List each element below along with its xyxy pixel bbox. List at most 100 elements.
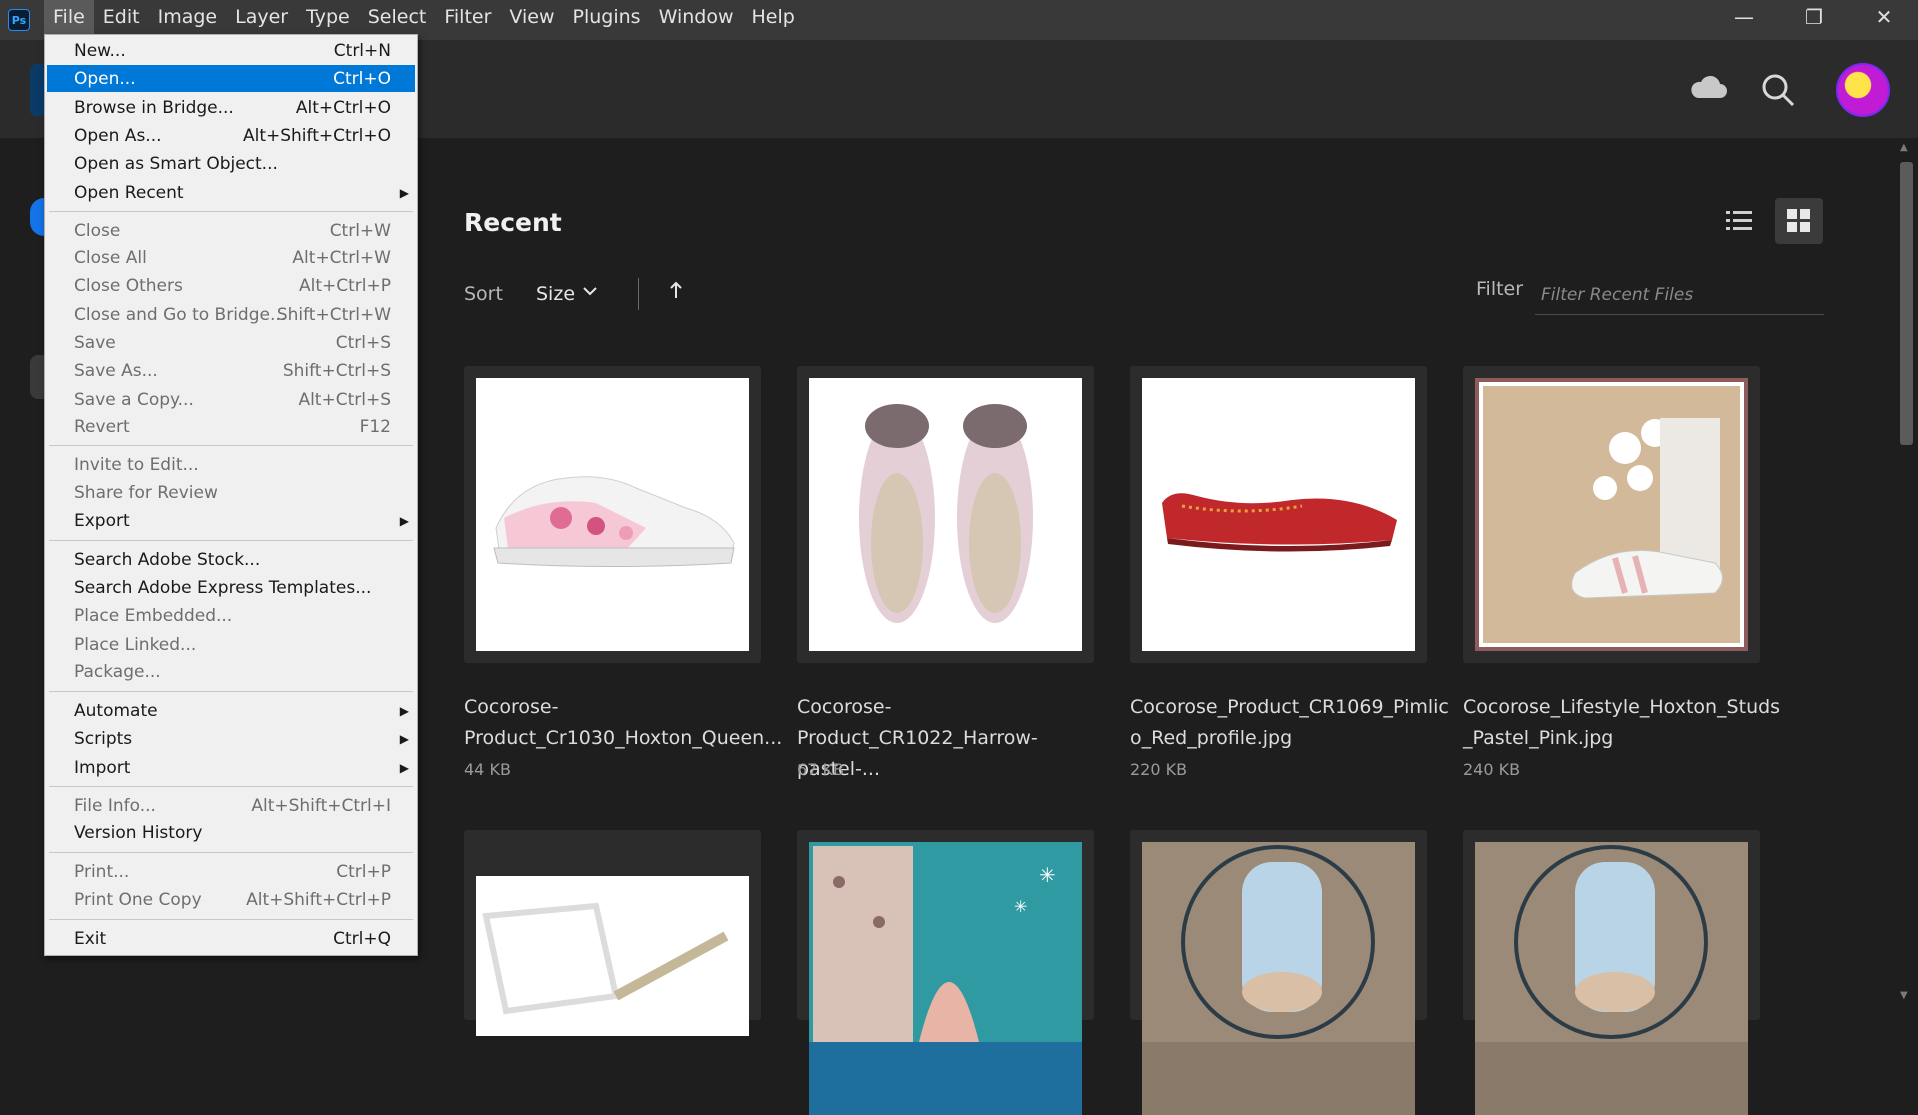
file-thumbnail [1475, 842, 1748, 1115]
sort-label: Sort [464, 283, 503, 305]
restore-button[interactable]: ❐ [1784, 0, 1844, 34]
new-file-button[interactable] [30, 198, 44, 236]
menu-item-save[interactable]: Save Ctrl+S [47, 329, 415, 356]
menu-item-print[interactable]: Print... Ctrl+P [47, 858, 415, 885]
menu-window[interactable]: Window [650, 0, 743, 34]
menu-item-open-as[interactable]: Open As... Alt+Shift+Ctrl+O [47, 122, 415, 149]
menu-separator [49, 211, 413, 212]
search-icon[interactable] [1760, 72, 1796, 108]
menu-item-invite-to-edit[interactable]: Invite to Edit... [47, 451, 415, 478]
list-view-icon [1726, 211, 1752, 230]
menu-separator [49, 445, 413, 446]
file-card[interactable] [1463, 366, 1760, 663]
menu-item-exit[interactable]: Exit Ctrl+Q [47, 925, 415, 952]
menu-item-open[interactable]: Open... Ctrl+O [47, 65, 415, 92]
close-icon: ✕ [1875, 5, 1893, 29]
menu-layer[interactable]: Layer [226, 0, 297, 34]
submenu-arrow-icon: ▶ [399, 731, 409, 746]
menu-filter[interactable]: Filter [435, 0, 500, 34]
menu-item-close-all[interactable]: Close All Alt+Ctrl+W [47, 244, 415, 271]
menu-item-print-one-copy[interactable]: Print One Copy Alt+Shift+Ctrl+P [47, 886, 415, 913]
menu-image[interactable]: Image [149, 0, 227, 34]
menu-separator [49, 919, 413, 920]
file-thumbnail [476, 876, 749, 1036]
nav-item[interactable] [30, 355, 44, 399]
menu-item-save-as[interactable]: Save As... Shift+Ctrl+S [47, 357, 415, 384]
close-window-button[interactable]: ✕ [1854, 0, 1914, 34]
grid-view-button[interactable] [1775, 198, 1823, 244]
menu-item-package[interactable]: Package... [47, 658, 415, 685]
minimize-button[interactable]: — [1714, 0, 1774, 34]
file-menu-dropdown: New... Ctrl+N Open... Ctrl+O Browse in Bri… [44, 34, 418, 956]
file-card[interactable] [1130, 366, 1427, 663]
menu-item-new[interactable]: New... Ctrl+N [47, 37, 415, 64]
menu-item-file-info[interactable]: File Info... Alt+Shift+Ctrl+I [47, 792, 415, 819]
file-thumbnail: ✳ ✳ [809, 842, 1082, 1115]
restore-icon: ❐ [1805, 5, 1823, 29]
menu-item-export[interactable]: Export ▶ [47, 507, 415, 534]
file-thumbnail [809, 378, 1082, 651]
filter-input[interactable] [1535, 275, 1824, 315]
file-size: 220 KB [1130, 760, 1188, 779]
menu-help[interactable]: Help [743, 0, 804, 34]
page-title: Recent [464, 208, 562, 237]
file-name[interactable]: Cocorose_Product_CR1069_Pimlic o_Red_pro… [1130, 692, 1449, 754]
file-card[interactable] [797, 366, 1094, 663]
menu-item-version-history[interactable]: Version History [47, 819, 415, 846]
submenu-arrow-icon: ▶ [399, 760, 409, 775]
file-thumbnail [476, 378, 749, 651]
file-card[interactable]: ✳ ✳ [797, 830, 1094, 1115]
sort-dropdown[interactable]: Size [536, 283, 575, 305]
sort-direction-button[interactable] [668, 280, 684, 305]
chevron-down-icon[interactable] [582, 283, 598, 303]
filter-label: Filter [1476, 278, 1524, 300]
file-card[interactable] [464, 830, 761, 1036]
menu-item-import[interactable]: Import ▶ [47, 754, 415, 781]
menu-view[interactable]: View [500, 0, 563, 34]
menu-item-close[interactable]: Close Ctrl+W [47, 217, 415, 244]
menu-type[interactable]: Type [297, 0, 359, 34]
menu-item-scripts[interactable]: Scripts ▶ [47, 725, 415, 752]
menu-plugins[interactable]: Plugins [564, 0, 650, 34]
menu-separator [49, 852, 413, 853]
menu-item-search-adobe-stock[interactable]: Search Adobe Stock... [47, 546, 415, 573]
menu-item-close-others[interactable]: Close Others Alt+Ctrl+P [47, 272, 415, 299]
divider [638, 278, 639, 310]
menu-item-save-a-copy[interactable]: Save a Copy... Alt+Ctrl+S [47, 386, 415, 413]
submenu-arrow-icon: ▶ [399, 185, 409, 200]
scroll-up-icon[interactable]: ▲ [1900, 142, 1908, 153]
file-name[interactable]: Cocorose_Lifestyle_Hoxton_Studs _Pastel_… [1463, 692, 1780, 754]
menu-separator [49, 786, 413, 787]
grid-view-icon [1787, 209, 1810, 232]
menu-item-open-recent[interactable]: Open Recent ▶ [47, 179, 415, 206]
menu-item-place-linked[interactable]: Place Linked... [47, 631, 415, 658]
file-size: 240 KB [1463, 760, 1521, 779]
photoshop-logo: Ps [8, 9, 30, 31]
menu-edit[interactable]: Edit [94, 0, 149, 34]
menu-item-share-for-review[interactable]: Share for Review [47, 479, 415, 506]
menu-select[interactable]: Select [359, 0, 436, 34]
file-card[interactable] [1463, 830, 1760, 1115]
menu-separator [49, 540, 413, 541]
cloud-icon[interactable] [1688, 72, 1728, 102]
avatar[interactable] [1836, 63, 1890, 117]
menu-item-search-adobe-express-templates[interactable]: Search Adobe Express Templates... [47, 574, 415, 601]
arrow-up-icon [670, 281, 682, 298]
file-card[interactable] [464, 366, 761, 663]
menu-item-open-as-smart-object[interactable]: Open as Smart Object... [47, 150, 415, 177]
file-size: 67 KB [797, 760, 844, 779]
scroll-down-icon[interactable]: ▼ [1900, 990, 1908, 1001]
menu-item-place-embedded[interactable]: Place Embedded... [47, 602, 415, 629]
scrollbar-thumb[interactable] [1900, 162, 1913, 445]
menu-item-close-go-to-bridge[interactable]: Close and Go to Bridge... Shift+Ctrl+W [47, 301, 415, 328]
menu-item-revert[interactable]: Revert F12 [47, 413, 415, 440]
file-card[interactable] [1130, 830, 1427, 1115]
menu-item-automate[interactable]: Automate ▶ [47, 697, 415, 724]
left-rail [0, 138, 30, 1006]
menu-file[interactable]: File [44, 0, 94, 34]
svg-text:✳: ✳ [1014, 897, 1027, 916]
list-view-button[interactable] [1718, 198, 1760, 244]
file-thumbnail [1142, 842, 1415, 1115]
menu-item-browse-in-bridge[interactable]: Browse in Bridge... Alt+Ctrl+O [47, 94, 415, 121]
file-name[interactable]: Cocorose- Product_Cr1030_Hoxton_Queen... [464, 692, 782, 754]
